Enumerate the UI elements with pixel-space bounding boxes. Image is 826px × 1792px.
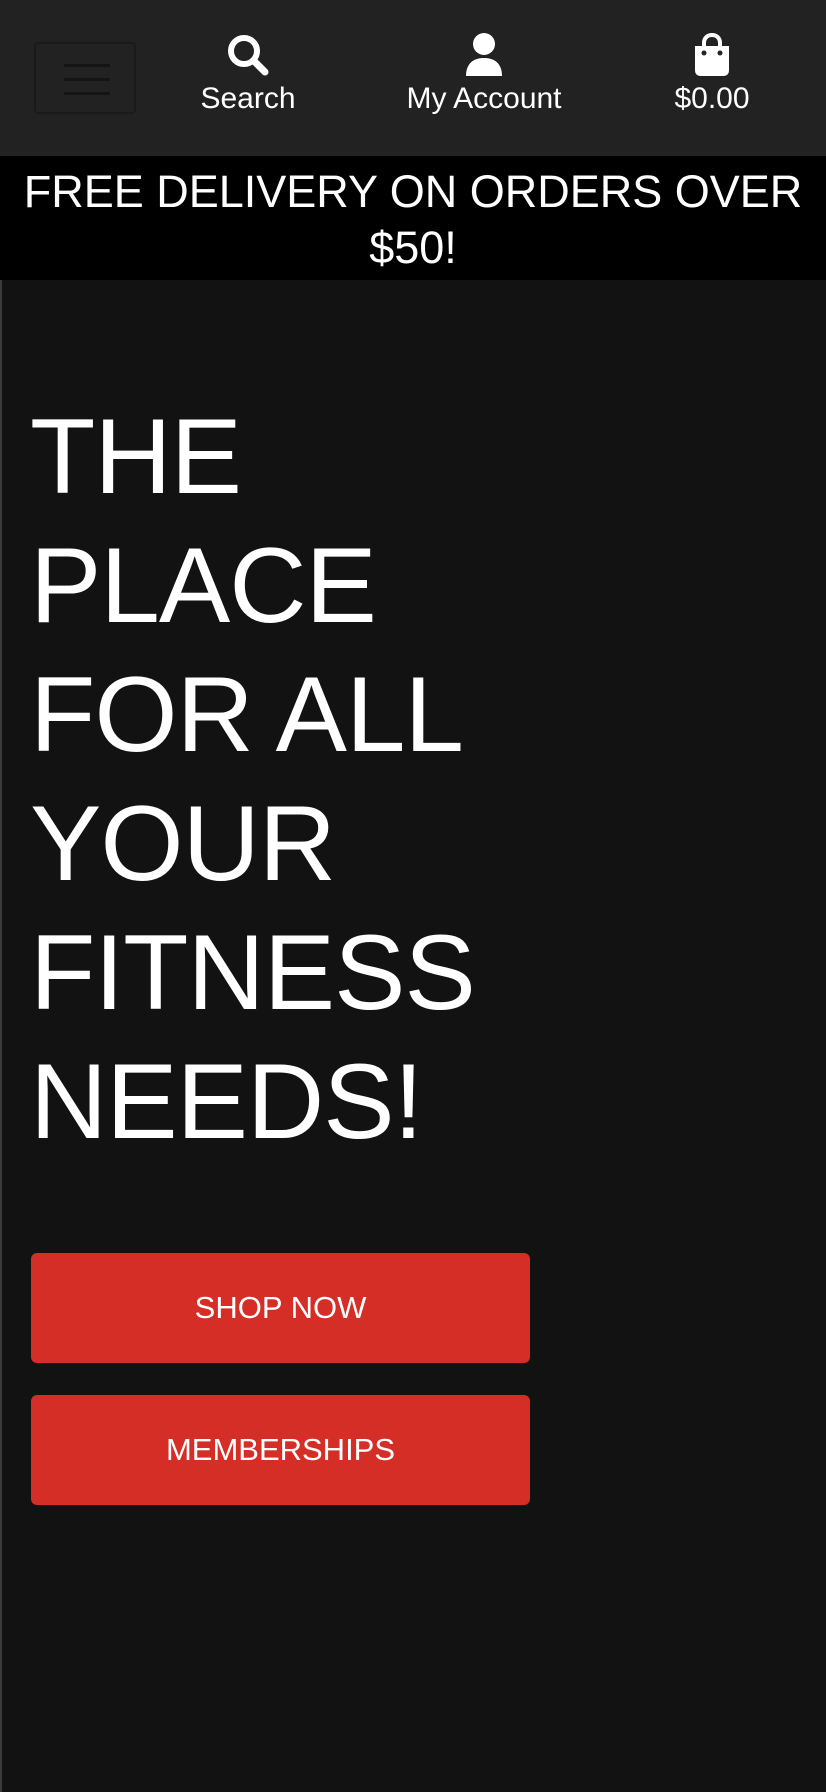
cart-link[interactable]: $0.00 — [660, 32, 764, 118]
search-link[interactable]: Search — [188, 32, 308, 118]
hamburger-bar — [64, 78, 110, 81]
shop-now-button[interactable]: SHOP NOW — [31, 1253, 530, 1363]
top-navbar: Search My Account $0.00 — [0, 0, 826, 156]
menu-toggle-button[interactable] — [34, 42, 136, 114]
shopping-bag-icon — [695, 32, 729, 76]
cart-total: $0.00 — [674, 82, 750, 115]
hamburger-bar — [64, 92, 110, 95]
banner-text-line: FREE DELIVERY ON ORDERS OVER — [23, 166, 803, 217]
hero-title-line: THE — [30, 396, 242, 516]
hero-title-line: FOR ALL — [30, 654, 464, 774]
my-account-link[interactable]: My Account — [392, 32, 576, 118]
banner-text-line: $50! — [369, 222, 457, 273]
memberships-button[interactable]: MEMBERSHIPS — [31, 1395, 530, 1505]
hero-title-line: FITNESS — [30, 912, 476, 1032]
hero-title-line: NEEDS! — [30, 1041, 423, 1161]
hero-title-line: PLACE — [30, 525, 377, 645]
user-icon — [466, 33, 502, 76]
hero-title: THE PLACE FOR ALL YOUR FITNESS NEEDS! — [30, 392, 476, 1166]
free-delivery-banner: FREE DELIVERY ON ORDERS OVER $50! — [0, 156, 826, 280]
hamburger-bar — [64, 64, 110, 67]
search-label: Search — [200, 82, 296, 115]
search-icon — [228, 35, 269, 76]
my-account-label: My Account — [406, 82, 562, 115]
hero-title-line: YOUR — [30, 783, 336, 903]
